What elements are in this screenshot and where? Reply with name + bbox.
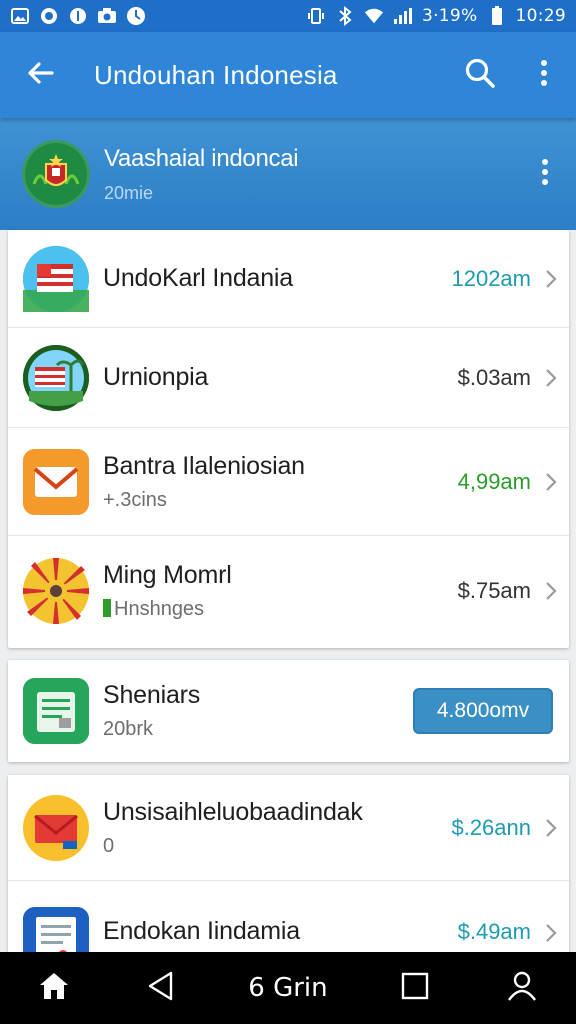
circle-info-icon [68,6,88,26]
flag-island-icon [23,344,89,411]
list-item-name: UndoKarl Indania [103,264,293,292]
status-time: 10:29 [515,6,566,26]
list-item-sub-text: Hnshnges [114,598,205,620]
list-item-sub: 20brk [103,718,154,740]
battery-percent: 3·19% [421,6,478,26]
list-item-name: Urnionpia [103,363,209,391]
chevron-right-icon [537,472,565,492]
document-icon [23,678,89,744]
list-item[interactable]: Sheniars 20brk 4.800omv [8,660,569,762]
list-card: Sheniars 20brk 4.800omv [8,660,569,762]
nav-back-button[interactable] [131,958,191,1018]
vibrate-icon [306,6,326,26]
recents-button[interactable] [385,958,445,1018]
emblem-icon [22,140,90,208]
home-icon [38,970,70,1007]
clock-icon [126,6,146,26]
list-item[interactable]: Bantra Ilaleniosian +.3cins 4,99am [8,428,569,536]
profile-icon [507,970,537,1007]
chevron-right-icon [537,368,565,388]
chevron-right-icon [537,818,565,838]
list-card: UndoKarl Indania 1202am Urnionpia $.03am… [8,230,569,648]
app-bar: Undouhan Indonesia [0,32,576,118]
back-button[interactable] [0,32,80,118]
list-item-name: Unsisaihleluobaadindak [103,797,363,826]
featured-sub: 20mie [104,182,154,203]
camera-icon [97,6,117,26]
navigation-bar: 6 Grin [0,952,576,1024]
recents-square-icon [401,972,429,1005]
chevron-right-icon [537,269,565,289]
status-bar: 3·19% 10:29 [0,0,576,32]
more-vert-icon [539,58,549,93]
wifi-icon [364,6,384,26]
action-button[interactable]: 4.800omv [413,688,553,734]
overflow-menu-button[interactable] [512,32,576,118]
mail-icon [23,448,89,515]
featured-header[interactable]: Vaashaial indoncai 20mie [0,118,576,230]
featured-more-button[interactable] [514,158,576,191]
search-icon [464,57,496,94]
bluetooth-icon [335,6,355,26]
list-item[interactable]: Ming Momrl Hnshnges $.75am [8,536,569,646]
list-item-name: Sheniars [103,681,201,709]
sunburst-icon [23,558,89,624]
list-item-amount: $.03am [457,364,531,390]
list-item-sub: Hnshnges [103,598,458,621]
more-vert-icon [540,158,550,191]
list-item[interactable]: Urnionpia $.03am [8,328,569,428]
circle-notif-icon [39,6,59,26]
home-button[interactable] [24,958,84,1018]
list-item-amount: $.26ann [451,814,531,840]
nav-center-label[interactable]: 6 Grin [238,973,338,1003]
battery-icon [487,6,507,26]
image-icon [10,6,30,26]
list-item-amount: 4,99am [457,468,531,494]
list-item-name: Ming Momrl [103,561,232,589]
envelope-icon [23,794,89,861]
back-triangle-icon [147,971,175,1006]
back-arrow-icon [26,59,54,92]
chevron-right-icon [537,581,565,601]
app-title: Undouhan Indonesia [94,59,338,90]
list-item-sub: +.3cins [103,488,167,511]
list-item-amount: $.75am [457,578,531,603]
status-right: 3·19% 10:29 [306,6,566,26]
list-item[interactable]: UndoKarl Indania 1202am [8,230,569,328]
list-item[interactable]: Unsisaihleluobaadindak 0 $.26ann [8,775,569,881]
list-card: Unsisaihleluobaadindak 0 $.26ann Endokan… [8,775,569,975]
profile-button[interactable] [492,958,552,1018]
list-item-name: Endokan Iindamia [103,917,300,945]
flag-icon [23,245,89,312]
list-item-amount: $.49am [457,919,531,944]
chevron-right-icon [537,923,565,943]
status-left-icons [10,6,146,26]
search-button[interactable] [448,32,512,118]
featured-name: Vaashaial indoncai [104,144,299,172]
list-item-amount: 1202am [451,265,531,291]
signal-icon [393,6,413,26]
list-item-sub: 0 [103,834,115,857]
list-item-name: Bantra Ilaleniosian [103,451,305,480]
tag-icon [103,599,111,617]
